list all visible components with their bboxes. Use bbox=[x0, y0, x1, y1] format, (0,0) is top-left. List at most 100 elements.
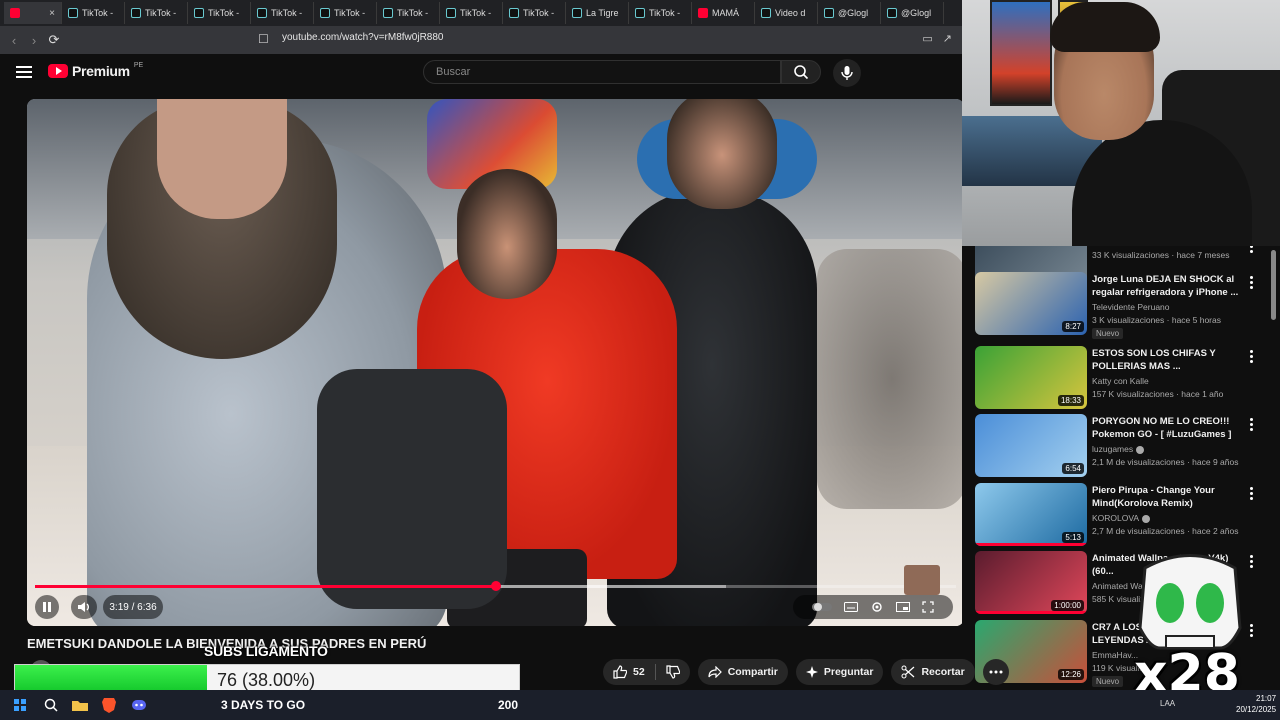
player-right-controls bbox=[793, 595, 953, 619]
tiktok-icon bbox=[320, 8, 330, 18]
tiktok-icon bbox=[383, 8, 393, 18]
browser-tab[interactable]: TikTok - bbox=[125, 2, 188, 24]
youtube-icon bbox=[698, 8, 708, 18]
search-input[interactable]: Buscar bbox=[423, 60, 781, 84]
browser-tab[interactable]: La Tigre bbox=[566, 2, 629, 24]
recommendation-thumbnail[interactable]: 18:33 bbox=[975, 346, 1087, 409]
file-explorer-icon[interactable] bbox=[70, 695, 90, 715]
browser-tab-label: TikTok - bbox=[82, 8, 114, 18]
browser-tab[interactable]: TikTok - bbox=[188, 2, 251, 24]
browser-tab[interactable]: MAMÁ bbox=[692, 2, 755, 24]
recommendation-thumbnail[interactable]: 1:00:00 bbox=[975, 551, 1087, 614]
cast-icon[interactable]: ▭ bbox=[922, 32, 932, 45]
taskbar: 3 DAYS TO GO 200 LAA 21:07 20/12/2025 bbox=[0, 690, 1280, 720]
browser-tab[interactable]: TikTok - bbox=[314, 2, 377, 24]
more-vertical-icon[interactable] bbox=[1247, 246, 1255, 253]
back-icon[interactable]: ‹ bbox=[4, 33, 24, 48]
recommendation-item[interactable]: 5:13 Piero Pirupa - Change Your Mind(Koro… bbox=[975, 483, 1275, 547]
like-button[interactable]: 52 bbox=[603, 659, 655, 685]
seek-bar[interactable] bbox=[35, 581, 956, 591]
clock-time: 21:07 bbox=[1256, 694, 1277, 703]
recommendation-title[interactable]: PORYGON NO ME LO CREO!!! Pokemon GO - [ … bbox=[1092, 415, 1242, 441]
tiktok-icon bbox=[257, 8, 267, 18]
clip-button[interactable]: Recortar bbox=[891, 659, 975, 685]
forward-icon[interactable]: › bbox=[24, 33, 44, 48]
fullscreen-icon[interactable] bbox=[922, 601, 934, 613]
volume-button[interactable] bbox=[71, 595, 97, 619]
share-button[interactable]: Compartir bbox=[697, 659, 788, 685]
browser-tab[interactable]: TikTok - bbox=[440, 2, 503, 24]
discord-icon[interactable] bbox=[129, 695, 149, 715]
time-display: 3:19 / 6:36 bbox=[103, 595, 163, 619]
menu-icon[interactable] bbox=[16, 66, 32, 78]
video-player[interactable]: 3:19 / 6:36 bbox=[27, 99, 964, 626]
recommendation-duration: 18:33 bbox=[1057, 395, 1084, 406]
recommendation-title[interactable]: Piero Pirupa - Change Your Mind(Korolova… bbox=[1092, 484, 1242, 510]
browser-tab[interactable]: TikTok - bbox=[377, 2, 440, 24]
pause-button[interactable] bbox=[35, 595, 59, 619]
subs-target: 200 bbox=[498, 698, 519, 712]
ask-button[interactable]: Preguntar bbox=[795, 659, 884, 685]
recommendation-meta: 157 K visualizaciones · hace 1 año bbox=[1092, 389, 1224, 399]
recommendation-thumbnail[interactable]: 6:54 bbox=[975, 414, 1087, 477]
recommendation-channel[interactable]: KOROLOVA bbox=[1092, 513, 1151, 523]
more-vertical-icon[interactable] bbox=[1247, 276, 1255, 289]
reload-icon[interactable]: ⟳ bbox=[44, 32, 64, 48]
recommendation-channel-name: Televidente Peruano bbox=[1092, 302, 1170, 312]
close-tab-icon[interactable]: × bbox=[49, 8, 55, 19]
subs-goal-fill bbox=[15, 665, 207, 693]
more-vertical-icon[interactable] bbox=[1247, 350, 1255, 363]
recommendation-duration: 12:26 bbox=[1057, 669, 1084, 680]
share-label: Compartir bbox=[727, 666, 778, 678]
brave-browser-icon[interactable] bbox=[99, 695, 119, 715]
watched-progress-bar bbox=[975, 543, 1087, 546]
recommendation-thumbnail[interactable]: 5:13 bbox=[975, 483, 1087, 546]
dislike-button[interactable] bbox=[656, 659, 690, 685]
captions-icon[interactable] bbox=[844, 602, 858, 612]
widgets-icon[interactable] bbox=[10, 695, 30, 715]
browser-tab[interactable]: TikTok - bbox=[629, 2, 692, 24]
more-vertical-icon[interactable] bbox=[1247, 487, 1255, 500]
more-horizontal-icon bbox=[989, 670, 1003, 674]
system-clock[interactable]: 21:07 20/12/2025 bbox=[1236, 693, 1276, 715]
browser-tab[interactable]: Video d bbox=[755, 2, 818, 24]
input-language[interactable]: LAA bbox=[1160, 699, 1175, 708]
browser-tab[interactable]: @Glogl bbox=[881, 2, 944, 24]
more-actions-button[interactable] bbox=[982, 659, 1009, 685]
browser-tab-label: La Tigre bbox=[586, 8, 619, 18]
scissors-icon bbox=[901, 665, 915, 679]
sidebar-scrollbar[interactable] bbox=[1271, 250, 1276, 320]
tiktok-icon bbox=[572, 8, 582, 18]
search-taskbar-icon[interactable] bbox=[41, 695, 61, 715]
watched-progress-bar bbox=[975, 611, 1087, 614]
youtube-logo[interactable]: Premium PE bbox=[48, 62, 143, 79]
browser-tab[interactable]: TikTok - bbox=[62, 2, 125, 24]
miniplayer-icon[interactable] bbox=[896, 602, 910, 612]
url-field[interactable]: youtube.com/watch?v=rM8fw0jR880 bbox=[282, 32, 443, 43]
browser-tab[interactable]: @Glogl bbox=[818, 2, 881, 24]
share-page-icon[interactable]: ↗ bbox=[943, 32, 952, 45]
sparkle-icon bbox=[805, 666, 818, 678]
browser-tab[interactable]: × bbox=[4, 2, 62, 24]
more-vertical-icon[interactable] bbox=[1247, 418, 1255, 431]
recommendation-title[interactable]: Jorge Luna DEJA EN SHOCK al regalar refr… bbox=[1092, 273, 1242, 299]
recommendation-item[interactable]: 8:27 Jorge Luna DEJA EN SHOCK al regalar … bbox=[975, 272, 1275, 339]
ask-label: Preguntar bbox=[823, 666, 874, 678]
search-button[interactable] bbox=[781, 60, 821, 84]
seek-knob[interactable] bbox=[490, 581, 501, 591]
recommendation-channel[interactable]: Televidente Peruano bbox=[1092, 302, 1170, 312]
settings-gear-icon[interactable] bbox=[870, 600, 884, 614]
browser-tab[interactable]: TikTok - bbox=[503, 2, 566, 24]
recommendation-title[interactable]: ESTOS SON LOS CHIFAS Y POLLERIAS MAS ... bbox=[1092, 347, 1242, 373]
recommendation-item[interactable]: 6:54 PORYGON NO ME LO CREO!!! Pokemon GO … bbox=[975, 414, 1275, 478]
browser-tab[interactable]: TikTok - bbox=[251, 2, 314, 24]
browser-tab-label: TikTok - bbox=[271, 8, 303, 18]
recommendation-channel[interactable]: luzugames bbox=[1092, 444, 1145, 454]
recommendation-channel[interactable]: Katty con Kalle bbox=[1092, 376, 1149, 386]
voice-search-button[interactable] bbox=[833, 59, 861, 87]
recommendation-item[interactable]: 18:33 ESTOS SON LOS CHIFAS Y POLLERIAS MA… bbox=[975, 346, 1275, 410]
bookmark-icon[interactable]: ☐ bbox=[258, 32, 269, 46]
autoplay-toggle-icon[interactable] bbox=[812, 602, 832, 612]
days-remaining: 3 DAYS TO GO bbox=[221, 698, 306, 712]
recommendation-thumbnail[interactable]: 8:27 bbox=[975, 272, 1087, 335]
